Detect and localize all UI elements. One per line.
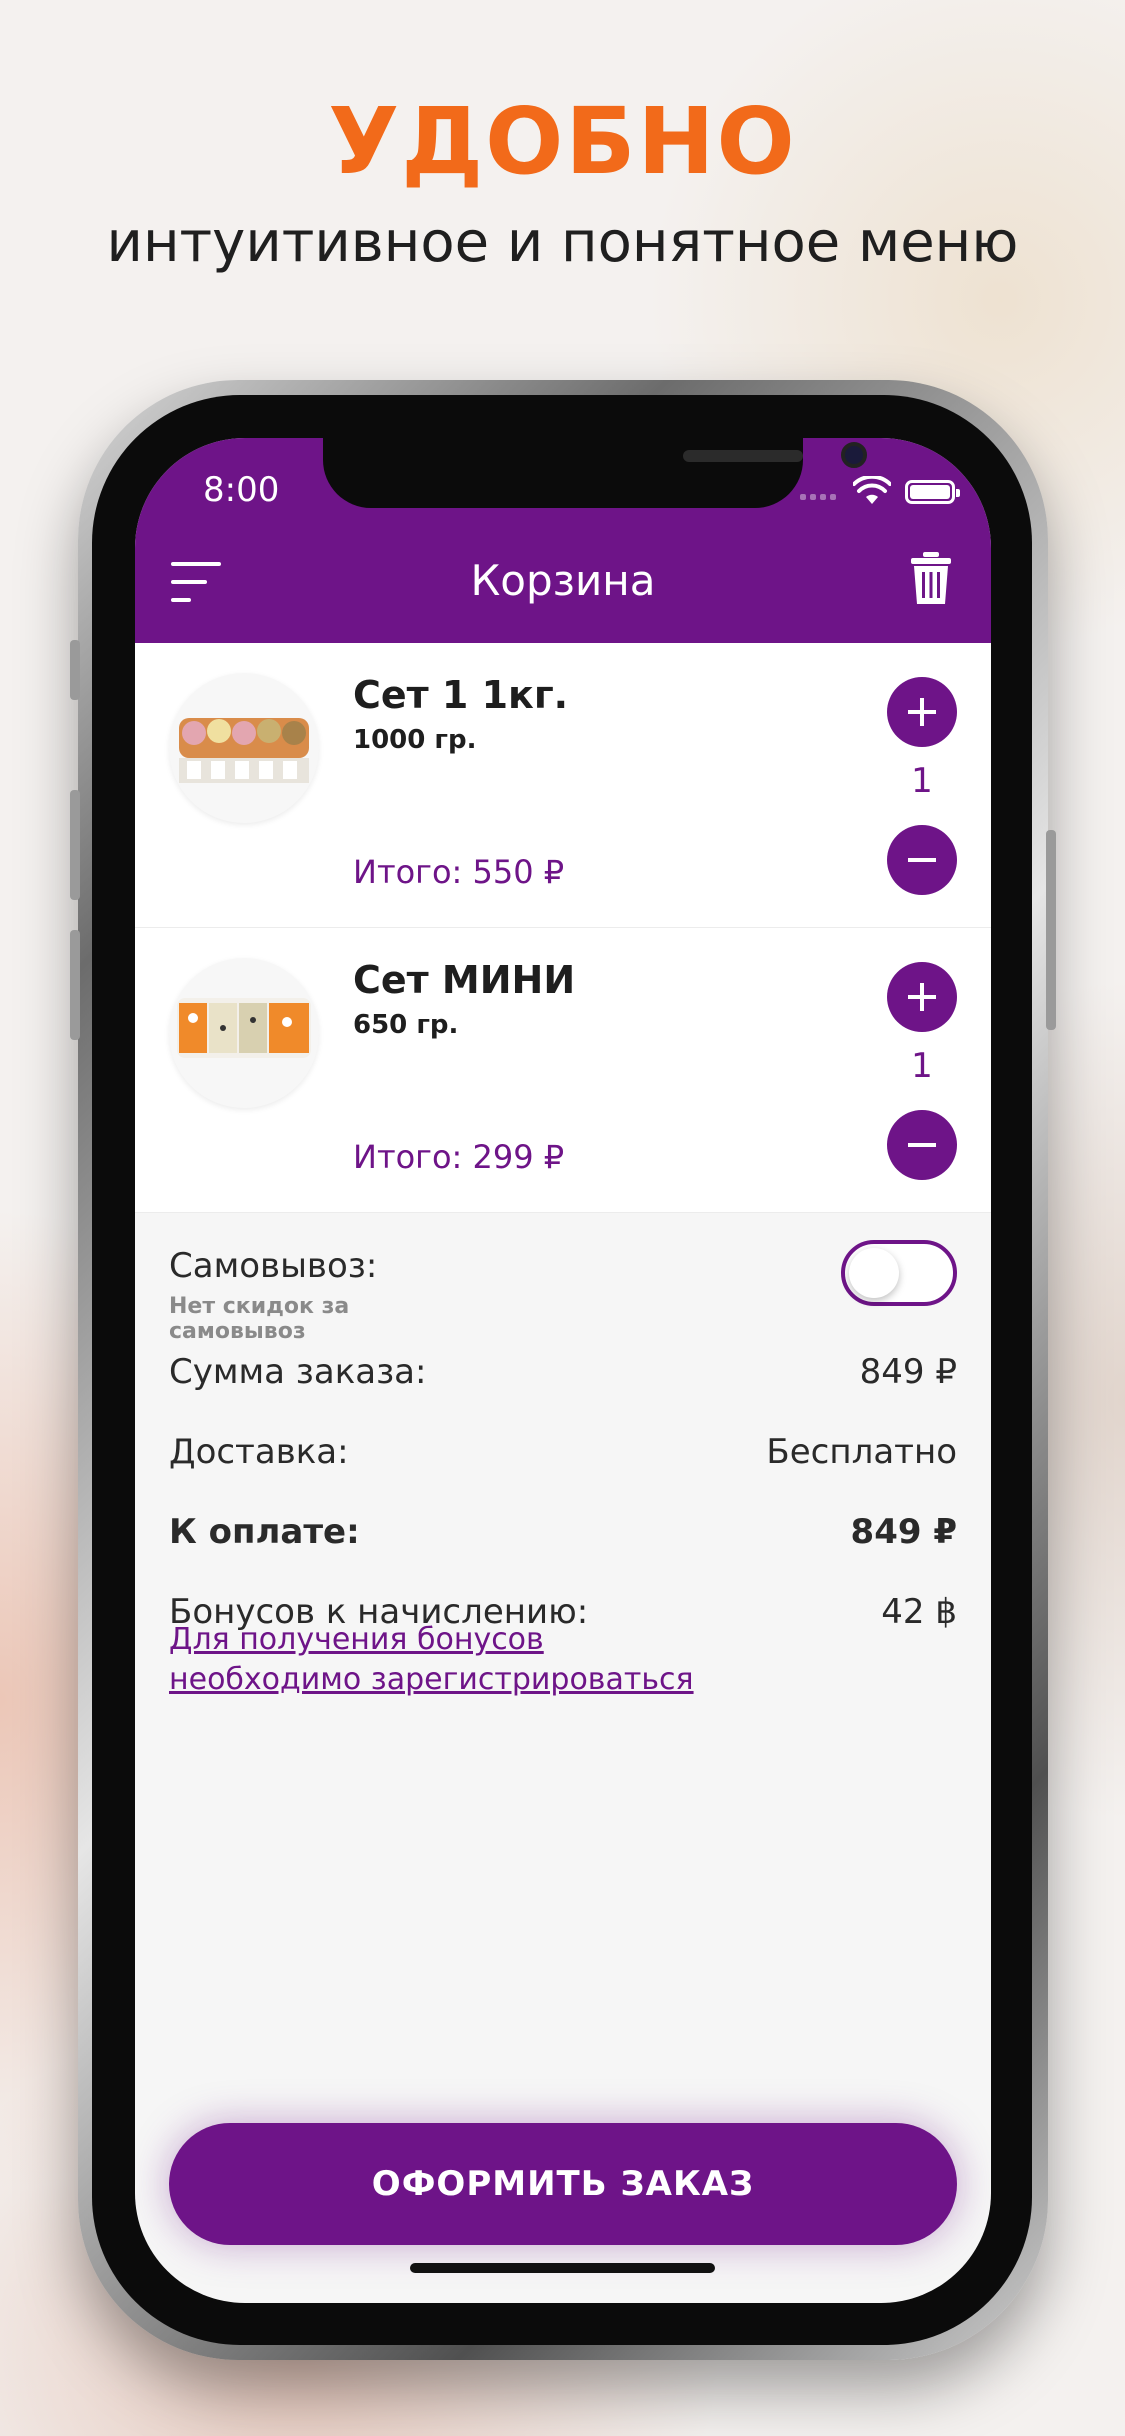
- minus-icon: [908, 858, 936, 862]
- minus-icon: [908, 1143, 936, 1147]
- home-indicator: [410, 2263, 715, 2273]
- toggle-knob: [849, 1248, 899, 1298]
- order-sum-row: Сумма заказа: 849 ₽: [169, 1352, 957, 1432]
- plus-icon: [908, 698, 936, 726]
- item-total: Итого: 550 ₽: [353, 853, 565, 891]
- camera: [841, 442, 867, 468]
- battery-icon: [905, 480, 960, 504]
- item-weight: 650 гр.: [353, 1010, 459, 1040]
- product-image: [169, 673, 319, 823]
- pickup-row: Самовывоз: Нет скидок за самовывоз: [169, 1240, 957, 1352]
- decrease-qty-button[interactable]: [887, 825, 957, 895]
- pickup-label: Самовывоз:: [169, 1246, 378, 1286]
- delivery-label: Доставка:: [169, 1432, 349, 1472]
- cart-item: Сет 1 1кг. 1000 гр. Итого: 550 ₽ 1: [135, 643, 991, 928]
- register-for-bonus-link[interactable]: Для получения бонусов необходимо зарегис…: [169, 1620, 729, 1700]
- order-sum-label: Сумма заказа:: [169, 1352, 427, 1392]
- page-title: Корзина: [470, 556, 656, 605]
- item-total: Итого: 299 ₽: [353, 1138, 565, 1176]
- app-header: 8:00 Корзина: [135, 438, 991, 643]
- decrease-qty-button[interactable]: [887, 1110, 957, 1180]
- item-name: Сет МИНИ: [353, 958, 576, 1002]
- phone-side-button: [70, 790, 80, 900]
- increase-qty-button[interactable]: [887, 677, 957, 747]
- pickup-note: Нет скидок за самовывоз: [169, 1294, 350, 1344]
- order-summary: Самовывоз: Нет скидок за самовывоз Сумма…: [169, 1240, 957, 1672]
- bonus-value: 42 ฿: [881, 1592, 957, 1632]
- item-weight: 1000 гр.: [353, 725, 477, 755]
- cart-item: Сет МИНИ 650 гр. Итого: 299 ₽ 1: [135, 928, 991, 1213]
- wifi-icon: [853, 476, 891, 504]
- to-pay-row: К оплате: 849 ₽: [169, 1512, 957, 1592]
- delivery-row: Доставка: Бесплатно: [169, 1432, 957, 1512]
- checkout-button[interactable]: ОФОРМИТЬ ЗАКАЗ: [169, 2123, 957, 2245]
- item-name: Сет 1 1кг.: [353, 673, 569, 717]
- cellular-signal-icon: [800, 494, 836, 500]
- item-quantity: 1: [911, 761, 933, 801]
- pickup-toggle[interactable]: [841, 1240, 957, 1306]
- plus-icon: [908, 983, 936, 1011]
- promo-subline: интуитивное и понятное меню: [106, 210, 1019, 275]
- to-pay-value: 849 ₽: [850, 1512, 957, 1552]
- phone-side-button: [70, 930, 80, 1040]
- delivery-value: Бесплатно: [766, 1432, 957, 1472]
- speaker: [683, 450, 803, 462]
- notch: [323, 438, 867, 508]
- phone-side-button: [1046, 830, 1056, 1030]
- item-quantity: 1: [911, 1046, 933, 1086]
- increase-qty-button[interactable]: [887, 962, 957, 1032]
- to-pay-label: К оплате:: [169, 1512, 360, 1552]
- product-image: [169, 958, 319, 1108]
- order-sum-value: 849 ₽: [859, 1352, 957, 1392]
- phone-side-button: [70, 640, 80, 700]
- phone-screen: 8:00 Корзина Сет 1 1кг. 1000 гр. Итого: …: [135, 438, 991, 2303]
- status-time: 8:00: [203, 470, 280, 510]
- trash-icon[interactable]: [911, 552, 951, 604]
- promo-headline: УДОБНО: [328, 88, 797, 195]
